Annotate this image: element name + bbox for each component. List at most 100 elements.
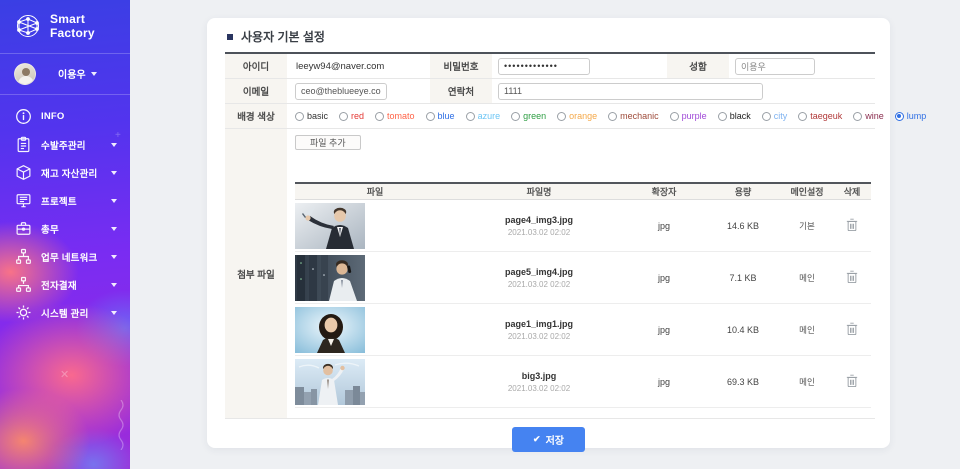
sidebar-item-orders[interactable]: 수발주관리 (0, 131, 130, 159)
sidebar-item-inventory[interactable]: 재고 자산관리 (0, 159, 130, 187)
bg-color-option-label: lump (907, 111, 927, 121)
radio-icon[interactable] (375, 112, 384, 121)
bg-color-option-label: purple (682, 111, 707, 121)
bg-color-option-green[interactable]: green (511, 111, 546, 121)
radio-icon[interactable] (339, 112, 348, 121)
divider (0, 53, 130, 54)
header-filename: 파일명 (455, 185, 623, 198)
contact-label: 연락처 (430, 79, 492, 103)
bg-color-option-label: tomato (387, 111, 415, 121)
file-name: big3.jpg (455, 371, 623, 381)
radio-icon[interactable] (426, 112, 435, 121)
sidebar-item-project[interactable]: 프로젝트 (0, 187, 130, 215)
main-setting-toggle[interactable]: 기본 (799, 221, 815, 231)
file-ext: jpg (623, 221, 705, 231)
sidebar-item-general-affairs[interactable]: 총무 (0, 215, 130, 243)
info-icon (15, 108, 32, 125)
password-field[interactable] (498, 58, 590, 75)
form-row-attachments: 첨부 파일 파일 추가 파일 파일명 확장자 용량 메인설정 삭제 (225, 129, 875, 419)
bg-color-option-black[interactable]: black (718, 111, 751, 121)
bg-color-option-taegeuk[interactable]: taegeuk (798, 111, 842, 121)
gear-icon (15, 304, 32, 321)
file-table-row: page4_img3.jpg 2021.03.02 02:02 jpg 14.6… (295, 200, 871, 252)
bg-color-option-wine[interactable]: wine (853, 111, 884, 121)
check-icon: ✔ (533, 434, 541, 445)
radio-icon[interactable] (798, 112, 807, 121)
sidebar-item-e-approval[interactable]: 전자결재 (0, 271, 130, 299)
attachment-content: 파일 추가 파일 파일명 확장자 용량 메인설정 삭제 (287, 129, 875, 418)
bg-color-option-blue[interactable]: blue (426, 111, 455, 121)
radio-icon[interactable] (718, 112, 727, 121)
file-name: page1_img1.jpg (455, 319, 623, 329)
app-root: Smart Factory 이용우 INFO 수발주관리 (0, 0, 960, 469)
briefcase-icon (15, 220, 32, 237)
brand-logo[interactable]: Smart Factory (0, 0, 130, 51)
bg-color-option-label: orange (569, 111, 597, 121)
bg-color-option-label: wine (865, 111, 884, 121)
file-date: 2021.03.02 02:02 (455, 332, 623, 341)
email-field[interactable] (295, 83, 387, 100)
bg-color-option-mechanic[interactable]: mechanic (608, 111, 659, 121)
bg-color-option-basic[interactable]: basic (295, 111, 328, 121)
main-setting-toggle[interactable]: 메인 (799, 377, 815, 387)
org-chart-icon (15, 248, 32, 265)
user-menu[interactable]: 이용우 (0, 56, 130, 92)
radio-selected-icon[interactable] (895, 112, 904, 121)
header-ext: 확장자 (623, 185, 705, 198)
caret-down-icon (111, 283, 117, 287)
sidebar-item-work-network[interactable]: 업무 네트워크 (0, 243, 130, 271)
sidebar-item-info[interactable]: INFO (0, 103, 130, 131)
radio-icon[interactable] (295, 112, 304, 121)
main-setting-toggle[interactable]: 메인 (799, 325, 815, 335)
form-row-id: 아이디 leeyw94@naver.com 비밀번호 성함 (225, 54, 875, 79)
bg-color-option-orange[interactable]: orange (557, 111, 597, 121)
form-row-email: 이메일 연락처 (225, 79, 875, 104)
radio-icon[interactable] (466, 112, 475, 121)
file-size: 14.6 KB (705, 221, 781, 231)
file-thumbnail[interactable] (295, 203, 365, 249)
add-file-button[interactable]: 파일 추가 (295, 135, 361, 150)
file-thumbnail[interactable] (295, 307, 365, 353)
settings-card: 사용자 기본 설정 아이디 leeyw94@naver.com 비밀번호 성함 … (207, 18, 890, 448)
radio-icon[interactable] (511, 112, 520, 121)
trash-icon[interactable] (846, 322, 858, 338)
title-bullet-icon (227, 34, 233, 40)
file-name: page4_img3.jpg (455, 215, 623, 225)
contact-field[interactable] (498, 83, 763, 100)
trash-icon[interactable] (846, 218, 858, 234)
bg-color-option-red[interactable]: red (339, 111, 364, 121)
sidebar-item-system[interactable]: 시스템 관리 (0, 299, 130, 327)
save-button[interactable]: ✔ 저장 (512, 427, 585, 452)
radio-icon[interactable] (853, 112, 862, 121)
radio-icon[interactable] (670, 112, 679, 121)
bg-color-option-lump[interactable]: lump (895, 111, 927, 121)
bg-color-option-azure[interactable]: azure (466, 111, 501, 121)
radio-icon[interactable] (762, 112, 771, 121)
file-size: 7.1 KB (705, 273, 781, 283)
file-thumbnail[interactable] (295, 255, 365, 301)
bg-color-option-label: city (774, 111, 788, 121)
bg-color-option-city[interactable]: city (762, 111, 788, 121)
name-label: 성함 (667, 54, 729, 78)
divider (0, 94, 130, 95)
main-setting-toggle[interactable]: 메인 (799, 273, 815, 283)
user-settings-form: 아이디 leeyw94@naver.com 비밀번호 성함 이메일 연락처 (225, 52, 875, 419)
trash-icon[interactable] (846, 374, 858, 390)
bg-color-option-label: green (523, 111, 546, 121)
file-name: page5_img4.jpg (455, 267, 623, 277)
file-table: 파일 파일명 확장자 용량 메인설정 삭제 (295, 182, 871, 408)
bg-color-option-label: blue (438, 111, 455, 121)
trash-icon[interactable] (846, 270, 858, 286)
bg-color-option-purple[interactable]: purple (670, 111, 707, 121)
bg-color-option-tomato[interactable]: tomato (375, 111, 415, 121)
clipboard-icon (15, 136, 32, 153)
bg-color-option-label: red (351, 111, 364, 121)
name-field[interactable] (735, 58, 815, 75)
user-avatar[interactable] (14, 63, 36, 85)
radio-icon[interactable] (608, 112, 617, 121)
caret-down-icon (111, 227, 117, 231)
file-thumbnail[interactable] (295, 359, 365, 405)
radio-icon[interactable] (557, 112, 566, 121)
id-label: 아이디 (225, 54, 287, 78)
file-table-row: big3.jpg 2021.03.02 02:02 jpg 69.3 KB 메인 (295, 356, 871, 408)
